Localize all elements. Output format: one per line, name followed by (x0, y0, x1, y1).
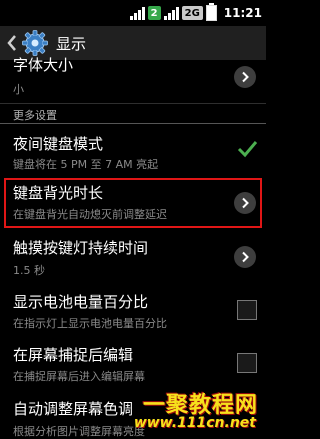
battery-icon (205, 3, 217, 21)
section-header-label: 更多设置 (13, 109, 57, 122)
clock: 11:21 (223, 6, 262, 20)
setting-summary: 在捕捉屏幕后进入编辑屏幕 (13, 370, 145, 383)
gear-icon[interactable] (22, 30, 48, 56)
checkbox-unchecked[interactable] (237, 353, 257, 373)
setting-value: 1.5 秒 (13, 264, 45, 277)
signal-icon (129, 6, 145, 20)
setting-summary: 键盘将在 5 PM 至 7 AM 亮起 (13, 158, 159, 171)
setting-label: 字体大小 (13, 56, 74, 74)
settings-list: 字体大小 小 (0, 56, 266, 104)
setting-night-keyboard[interactable]: 夜间键盘模式 键盘将在 5 PM 至 7 AM 亮起 (0, 124, 266, 177)
chevron-right-icon (234, 246, 256, 268)
site-watermark: 一聚教程网 www.111cn.net (114, 387, 264, 437)
section-header-more: 更多设置 (0, 104, 266, 124)
network-badge: 2G (181, 6, 203, 20)
status-icons: 2 2G 11:21 (129, 3, 262, 22)
setting-summary: 在指示灯上显示电池电量百分比 (13, 317, 167, 330)
checkbox-unchecked[interactable] (237, 300, 257, 320)
setting-label: 显示电池电量百分比 (13, 293, 149, 311)
setting-edit-after-screenshot[interactable]: 在屏幕捕捉后编辑 在捕捉屏幕后进入编辑屏幕 (0, 335, 266, 389)
sim-badge: 2 (147, 6, 161, 20)
setting-label: 夜间键盘模式 (13, 135, 104, 153)
setting-touch-key-light-duration[interactable]: 触摸按键灯持续时间 1.5 秒 (0, 230, 266, 283)
highlight-box (4, 178, 262, 228)
checkbox-checked[interactable] (236, 138, 258, 160)
setting-battery-percentage[interactable]: 显示电池电量百分比 在指示灯上显示电池电量百分比 (0, 282, 266, 336)
watermark-line-2: www.111cn.net (133, 415, 256, 431)
status-bar: 2 2G 11:21 (0, 0, 266, 26)
setting-label: 在屏幕捕捉后编辑 (13, 346, 134, 364)
setting-value: 小 (13, 83, 24, 96)
setting-label: 触摸按键灯持续时间 (13, 239, 149, 257)
chevron-right-icon (234, 66, 256, 88)
back-icon[interactable] (7, 33, 19, 53)
signal-icon-2 (163, 6, 179, 20)
page-title: 显示 (56, 34, 87, 53)
setting-font-size[interactable]: 字体大小 小 (0, 56, 266, 104)
